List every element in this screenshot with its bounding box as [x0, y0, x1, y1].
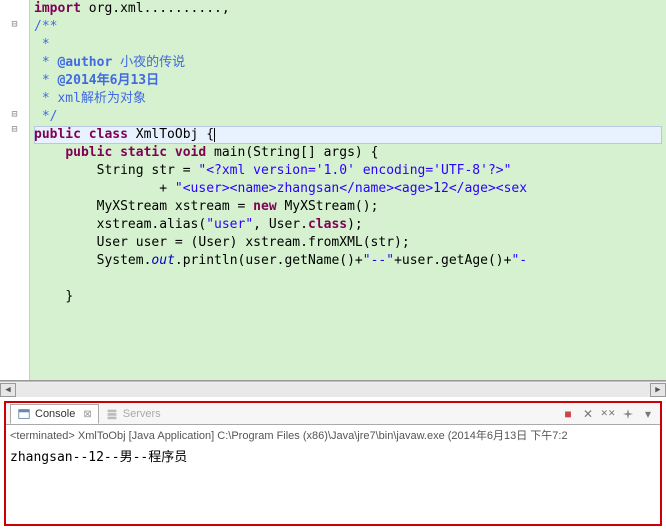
code-line[interactable]: xstream.alias("user", User.class);	[34, 216, 662, 234]
console-body: <terminated> XmlToObj [Java Application]…	[6, 425, 660, 524]
code-line[interactable]: System.out.println(user.getName()+"--"+u…	[34, 252, 662, 270]
code-area[interactable]: import org.xml..........,/** * * @author…	[30, 0, 666, 380]
code-line[interactable]: /**	[34, 18, 662, 36]
fold-toggle	[0, 182, 29, 197]
console-icon	[17, 407, 31, 421]
fold-toggle[interactable]: ⊟	[0, 107, 29, 122]
servers-icon	[105, 407, 119, 421]
code-line[interactable]	[34, 270, 662, 288]
gutter: ⊟⊟⊟	[0, 0, 30, 380]
code-line[interactable]: String str = "<?xml version='1.0' encodi…	[34, 162, 662, 180]
code-line[interactable]: User user = (User) xstream.fromXML(str);	[34, 234, 662, 252]
fold-toggle[interactable]: ⊟	[0, 122, 29, 137]
code-line[interactable]: }	[34, 288, 662, 306]
code-line[interactable]: * xml解析为对象	[34, 90, 662, 108]
scroll-left-button[interactable]: ◀	[0, 383, 16, 397]
tab-servers[interactable]: Servers	[99, 405, 167, 423]
console-output: zhangsan--12--男--程序员	[10, 443, 656, 465]
fold-toggle	[0, 47, 29, 62]
scroll-right-button[interactable]: ▶	[650, 383, 666, 397]
remove-all-button[interactable]: ✕✕	[600, 406, 616, 422]
code-line[interactable]: * @author 小夜的传说	[34, 54, 662, 72]
code-line[interactable]: * @2014年6月13日	[34, 72, 662, 90]
code-editor[interactable]: ⊟⊟⊟ import org.xml..........,/** * * @au…	[0, 0, 666, 381]
tab-servers-label: Servers	[123, 408, 161, 420]
fold-toggle	[0, 77, 29, 92]
display-menu-button[interactable]: ▾	[640, 406, 656, 422]
fold-toggle	[0, 242, 29, 257]
console-view: Console ⊠ Servers ■ ✕ ✕✕ ▾ <terminated> …	[4, 401, 662, 526]
code-line[interactable]: MyXStream xstream = new MyXStream();	[34, 198, 662, 216]
fold-toggle	[0, 92, 29, 107]
console-tab-bar: Console ⊠ Servers ■ ✕ ✕✕ ▾	[6, 403, 660, 425]
fold-toggle[interactable]: ⊟	[0, 17, 29, 32]
stop-button[interactable]: ■	[560, 406, 576, 422]
code-line[interactable]: + "<user><name>zhangsan</name><age>12</a…	[34, 180, 662, 198]
code-line[interactable]: public static void main(String[] args) {	[34, 144, 662, 162]
tab-console[interactable]: Console ⊠	[10, 404, 99, 424]
console-toolbar: ■ ✕ ✕✕ ▾	[560, 406, 656, 422]
scroll-track[interactable]	[16, 383, 650, 397]
tab-close-icon[interactable]: ⊠	[83, 409, 91, 420]
fold-toggle	[0, 62, 29, 77]
horizontal-scrollbar[interactable]: ◀ ▶	[0, 381, 666, 397]
fold-toggle	[0, 32, 29, 47]
console-status-line: <terminated> XmlToObj [Java Application]…	[10, 427, 656, 443]
fold-toggle	[0, 152, 29, 167]
fold-toggle	[0, 227, 29, 242]
fold-toggle	[0, 167, 29, 182]
code-line[interactable]: *	[34, 36, 662, 54]
code-line[interactable]: public class XmlToObj {	[34, 126, 662, 144]
tab-console-label: Console	[35, 408, 75, 420]
fold-toggle	[0, 212, 29, 227]
fold-toggle	[0, 137, 29, 152]
fold-toggle	[0, 2, 29, 17]
fold-toggle	[0, 197, 29, 212]
pin-console-button[interactable]	[620, 406, 636, 422]
remove-launch-button[interactable]: ✕	[580, 406, 596, 422]
code-line[interactable]: import org.xml..........,	[34, 0, 662, 18]
code-line[interactable]: */	[34, 108, 662, 126]
